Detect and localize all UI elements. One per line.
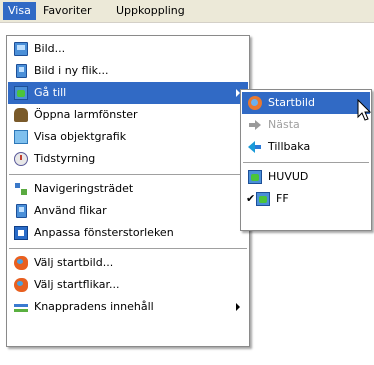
menu-item-knappradens-innehall[interactable]: Knappradens innehåll [8,296,248,318]
menu-item-label: HUVUD [268,170,309,183]
mouse-cursor-icon [357,99,372,121]
goto-icon [14,86,28,100]
checkmark-icon: ✔ [246,192,256,205]
menu-item-label: Anpassa fönsterstorleken [34,226,174,239]
menu-item-label: Välj startbild... [34,256,114,269]
menu-separator [243,162,369,163]
menu-item-label: Öppna larmfönster [34,108,138,121]
menu-item-label: Bild... [34,42,66,55]
visa-menu: Bild... Bild i ny flik... Gå till Öppna … [6,35,250,347]
menu-item-navigeringstradet[interactable]: Navigeringsträdet [8,178,248,200]
menu-item-oppna-larmfonster[interactable]: Öppna larmfönster [8,104,248,126]
start-picture-icon [14,256,28,270]
menu-item-label: FF [276,192,289,205]
menu-item-anvand-flikar[interactable]: Använd flikar [8,200,248,222]
object-graphics-icon [14,130,28,144]
menu-item-label: Knappradens innehåll [34,300,154,313]
back-arrow-icon [248,140,262,154]
clock-icon [14,152,28,166]
menu-item-bild[interactable]: Bild... [8,38,248,60]
resize-window-icon [14,226,28,240]
menu-item-anpassa-fonsterstorleken[interactable]: Anpassa fönsterstorleken [8,222,248,244]
submenu-item-tillbaka[interactable]: Tillbaka [242,136,370,158]
next-arrow-icon [248,118,262,132]
menu-separator [9,248,247,249]
menu-uppkoppling[interactable]: Uppkoppling [111,2,190,20]
navigation-tree-icon [14,182,28,196]
menu-item-label: Gå till [34,86,67,99]
menu-separator [9,174,247,175]
menu-item-label: Tidstyrning [34,152,96,165]
submenu-item-nasta[interactable]: Nästa [242,114,370,136]
goto-submenu: Startbild Nästa Tillbaka HUVUD ✔ FF [240,89,372,231]
submenu-item-ff[interactable]: ✔ FF [242,188,370,210]
toolbar-icon [14,300,28,314]
menu-item-label: Visa objektgrafik [34,130,127,143]
menu-favoriter[interactable]: Favoriter [38,2,96,20]
menu-item-label: Nästa [268,118,300,131]
menu-item-ga-till[interactable]: Gå till [8,82,248,104]
menu-item-label: Använd flikar [34,204,107,217]
picture-icon [256,192,270,206]
alarm-icon [14,108,28,122]
menu-item-valj-startflikar[interactable]: Välj startflikar... [8,274,248,296]
menu-item-label: Tillbaka [268,140,311,153]
menu-item-bild-ny-flik[interactable]: Bild i ny flik... [8,60,248,82]
menu-visa[interactable]: Visa [3,2,36,20]
submenu-arrow-icon [236,303,240,311]
picture-icon [248,170,262,184]
submenu-item-startbild[interactable]: Startbild [242,92,370,114]
picture-tab-icon [16,64,27,78]
menu-item-label: Startbild [268,96,315,109]
picture-icon [14,42,28,56]
submenu-item-huvud[interactable]: HUVUD [242,166,370,188]
start-picture-icon [248,96,262,110]
start-tabs-icon [14,278,28,292]
menu-item-tidstyrning[interactable]: Tidstyrning [8,148,248,170]
menu-item-label: Välj startflikar... [34,278,120,291]
menu-item-visa-objektgrafik[interactable]: Visa objektgrafik [8,126,248,148]
menu-item-label: Navigeringsträdet [34,182,134,195]
tabs-icon [16,204,27,218]
menu-item-valj-startbild[interactable]: Välj startbild... [8,252,248,274]
menu-bar: Visa Favoriter Uppkoppling [0,0,374,23]
menu-item-label: Bild i ny flik... [34,64,109,77]
